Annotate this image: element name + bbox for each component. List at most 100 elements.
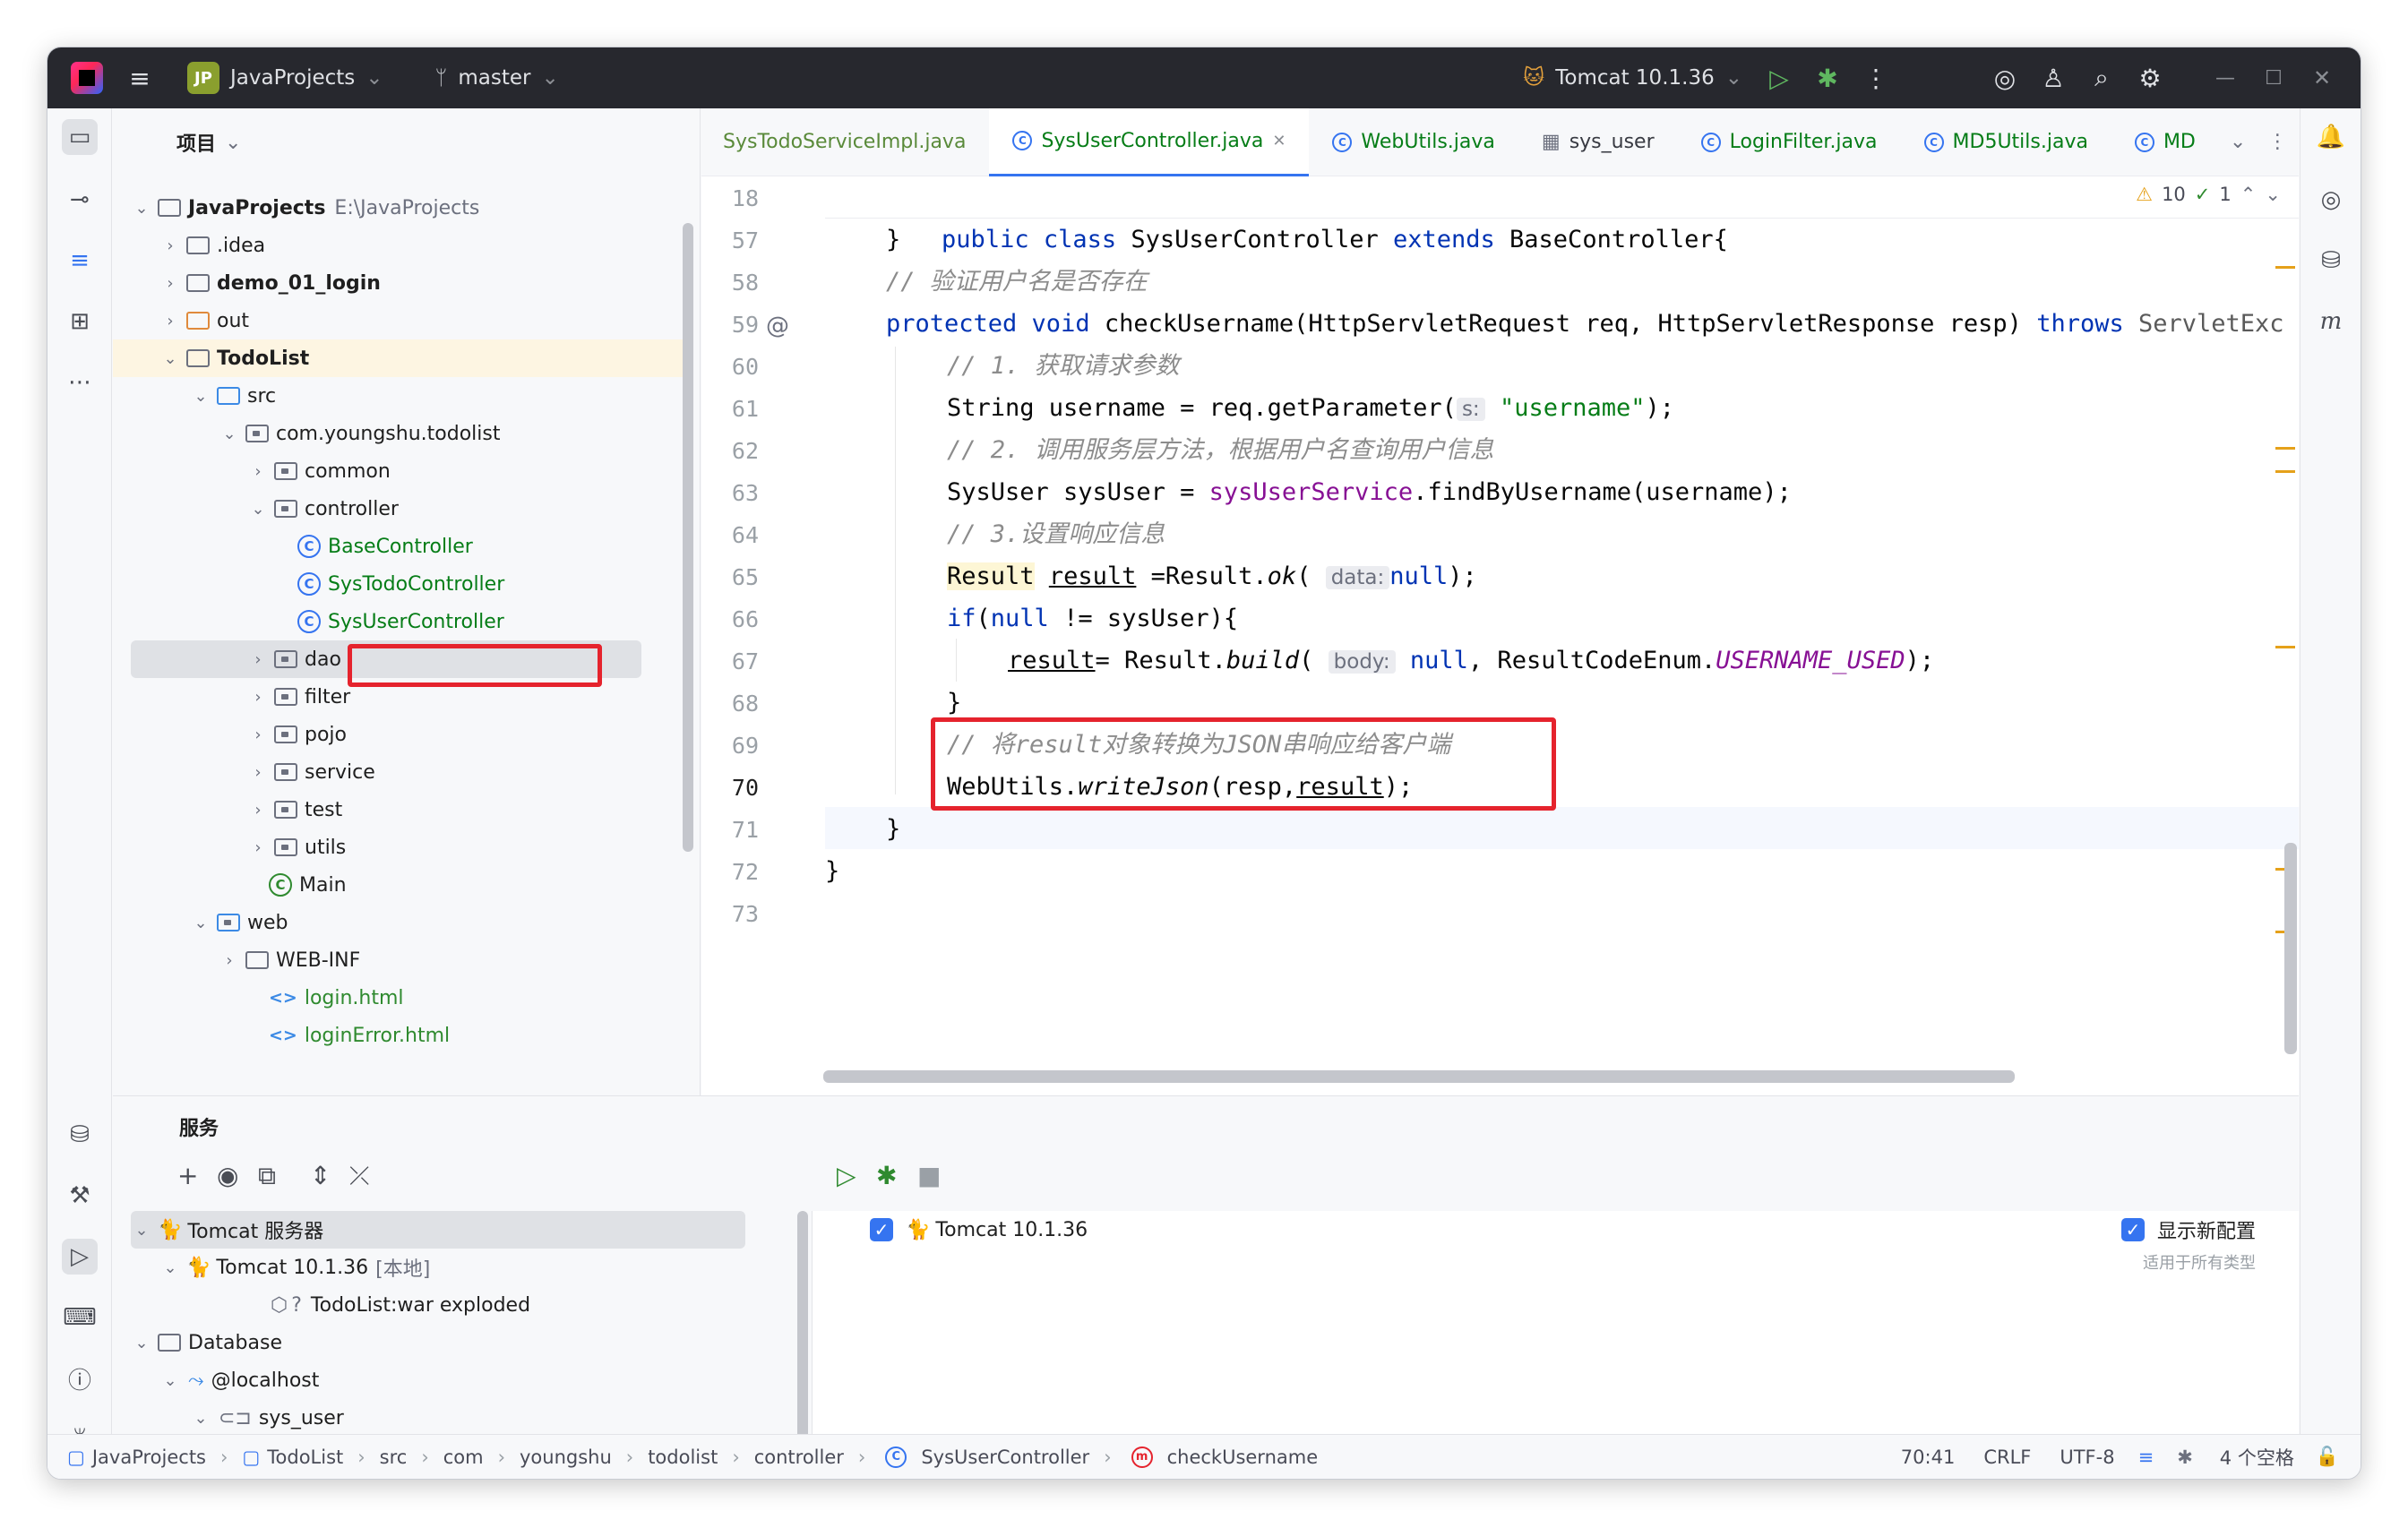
tree-item-sysusercontroller[interactable]: C SysUserController bbox=[292, 603, 504, 640]
run-config-selector[interactable]: 🐱 Tomcat 10.1.36 ⌄ bbox=[1510, 57, 1755, 99]
tree-item-login-html[interactable]: <> login.html bbox=[263, 979, 404, 1017]
tab-close-icon[interactable]: ✕ bbox=[1272, 132, 1286, 150]
breadcrumb-item[interactable]: youngshu bbox=[520, 1446, 612, 1468]
override-marker-icon[interactable]: @ bbox=[766, 313, 789, 339]
tree-item-main[interactable]: C Main bbox=[263, 866, 347, 904]
structure-blue-icon[interactable]: ≡ bbox=[62, 243, 98, 279]
tab-loginfilter[interactable]: C LoginFilter.java bbox=[1678, 108, 1901, 176]
services-item-tomcat-server[interactable]: ⌄ 🐈 Tomcat 服务器 bbox=[131, 1211, 323, 1249]
bug-icon[interactable]: ✱ bbox=[2177, 1446, 2193, 1468]
tab-sys-user[interactable]: ▦ sys_user bbox=[1518, 108, 1678, 176]
tree-item-todolist[interactable]: ⌄ TodoList bbox=[159, 339, 309, 377]
services-detail-tomcat[interactable]: ✓ 🐈 Tomcat 10.1.36 bbox=[870, 1211, 1088, 1249]
tree-item-utils[interactable]: › utils bbox=[247, 828, 346, 866]
tree-item-controller[interactable]: ⌄ controller bbox=[247, 490, 399, 528]
stop-service-icon[interactable]: ■ bbox=[917, 1161, 941, 1190]
database-icon[interactable]: ⛁ bbox=[62, 1117, 98, 1153]
checkbox-checked-icon[interactable]: ✓ bbox=[2120, 1218, 2145, 1241]
tree-item-out[interactable]: › out bbox=[159, 302, 249, 339]
services-item-database[interactable]: ⌄ Database bbox=[131, 1324, 282, 1361]
lock-icon[interactable]: 🔓 bbox=[2316, 1446, 2339, 1468]
terminal-icon[interactable]: ⌨ bbox=[62, 1300, 98, 1335]
expand-all-icon[interactable]: ⇕ bbox=[310, 1161, 331, 1190]
database-icon[interactable]: ⛁ bbox=[2313, 243, 2349, 279]
tree-item-src[interactable]: ⌄ src bbox=[190, 377, 276, 415]
add-user-icon[interactable]: ♙ bbox=[2029, 57, 2077, 99]
indent-setting[interactable]: 4 个空格 bbox=[2220, 1444, 2294, 1471]
search-icon[interactable]: ⌕ bbox=[2077, 57, 2126, 99]
tab-md5utils[interactable]: C MD5Utils.java bbox=[1901, 108, 2111, 176]
tree-item-pojo[interactable]: › pojo bbox=[247, 716, 347, 753]
services-item-artifact[interactable]: ⬡ ? TodoList:war exploded bbox=[271, 1286, 530, 1324]
ai-chat-icon[interactable]: ◎ bbox=[2313, 182, 2349, 218]
chevron-down-icon[interactable]: ⌄ bbox=[225, 132, 241, 154]
tabs-more-icon[interactable]: ⋮ bbox=[2257, 108, 2305, 176]
tree-item-package[interactable]: ⌄ com.youngshu.todolist bbox=[219, 415, 500, 452]
breadcrumb-item[interactable]: src bbox=[380, 1446, 408, 1468]
build-hammer-icon[interactable]: ⚒ bbox=[62, 1178, 98, 1214]
maven-icon[interactable]: m bbox=[2313, 304, 2349, 339]
tab-sysusercontroller[interactable]: C SysUserController.java ✕ bbox=[989, 107, 1310, 176]
file-encoding[interactable]: UTF-8 bbox=[2060, 1446, 2114, 1468]
project-switcher[interactable]: JP JavaProjects ⌄ bbox=[175, 57, 396, 99]
tab-webutils[interactable]: C WebUtils.java bbox=[1309, 108, 1518, 176]
breadcrumb-item[interactable]: com bbox=[443, 1446, 484, 1468]
checkbox-checked-icon[interactable]: ✓ bbox=[870, 1218, 893, 1241]
tab-systodoserviceimpl[interactable]: SysTodoServiceImpl.java bbox=[701, 108, 989, 176]
services-scrollbar[interactable] bbox=[797, 1211, 808, 1444]
services-item-sys-user-session[interactable]: ⌄ ⊂⊐ sys_user bbox=[190, 1399, 343, 1437]
chevron-down-icon[interactable]: ⌄ bbox=[2265, 184, 2281, 205]
view-options-icon[interactable]: ◉ bbox=[217, 1161, 238, 1190]
more-tools-icon[interactable]: ⋯ bbox=[62, 365, 98, 400]
inspection-widget[interactable]: ⚠ 10 ✓ 1 ⌃ ⌄ bbox=[2136, 184, 2281, 205]
code-editor[interactable]: SysTodoServiceImpl.java C SysUserControl… bbox=[701, 107, 2299, 1095]
tree-item-loginerror-html[interactable]: <> loginError.html bbox=[263, 1017, 450, 1054]
minimize-icon[interactable]: — bbox=[2201, 57, 2249, 99]
tree-item-javaprojects[interactable]: ⌄ JavaProjects E:\JavaProjects bbox=[131, 189, 479, 227]
tree-item-web[interactable]: ⌄ web bbox=[190, 904, 288, 941]
notifications-bell-icon[interactable]: 🔔 bbox=[2313, 119, 2349, 155]
debug-icon[interactable]: ✱ bbox=[1803, 57, 1852, 99]
run-service-icon[interactable]: ▷ bbox=[837, 1161, 856, 1190]
breadcrumb-item[interactable]: controller bbox=[754, 1446, 844, 1468]
more-actions-icon[interactable]: ⋮ bbox=[1852, 57, 1900, 99]
commit-icon[interactable]: ⊸ bbox=[62, 182, 98, 218]
maximize-icon[interactable]: ☐ bbox=[2249, 57, 2298, 99]
breadcrumb-item[interactable]: checkUsername bbox=[1167, 1446, 1319, 1468]
breadcrumb-item[interactable]: TodoList bbox=[267, 1446, 343, 1468]
tree-item-service[interactable]: › service bbox=[247, 753, 374, 791]
chevron-up-icon[interactable]: ⌃ bbox=[2240, 184, 2257, 205]
tabs-dropdown-icon[interactable]: ⌄ bbox=[2219, 108, 2257, 176]
branch-switcher[interactable]: ᛘ master ⌄ bbox=[423, 57, 572, 99]
project-scrollbar[interactable] bbox=[683, 223, 693, 852]
close-icon[interactable]: ✕ bbox=[2298, 57, 2346, 99]
code-area[interactable]: public class SysUserController extends B… bbox=[825, 176, 2299, 1042]
structure-icon[interactable]: ⊞ bbox=[62, 304, 98, 339]
line-separator[interactable]: CRLF bbox=[1983, 1446, 2031, 1468]
caret-position[interactable]: 70:41 bbox=[1901, 1446, 1956, 1468]
services-icon[interactable]: ▷ bbox=[62, 1239, 98, 1275]
breadcrumb-item[interactable]: SysUserController bbox=[921, 1446, 1089, 1468]
debug-service-icon[interactable]: ✱ bbox=[876, 1161, 897, 1190]
tree-item-demo-01-login[interactable]: › demo_01_login bbox=[159, 264, 381, 302]
editor-horizontal-scrollbar[interactable] bbox=[823, 1070, 2015, 1083]
structure-blue-icon[interactable]: ≡ bbox=[2138, 1446, 2154, 1468]
run-icon[interactable]: ▷ bbox=[1755, 57, 1803, 99]
problems-icon[interactable]: ⓘ bbox=[62, 1361, 98, 1396]
new-tab-icon[interactable]: ⧉ bbox=[258, 1161, 276, 1191]
collapse-all-icon[interactable]: ⤫ bbox=[349, 1161, 369, 1191]
tree-item-test[interactable]: › test bbox=[247, 791, 342, 828]
tree-item-filter[interactable]: › filter bbox=[247, 678, 350, 716]
ai-assistant-icon[interactable]: ◎ bbox=[1981, 57, 2029, 99]
tree-item-common[interactable]: › common bbox=[247, 452, 390, 490]
tree-item-basecontroller[interactable]: C BaseController bbox=[292, 528, 473, 565]
services-item-tomcat-local[interactable]: ⌄ 🐈 Tomcat 10.1.36 [本地] bbox=[159, 1249, 430, 1286]
tree-item-dao[interactable]: › dao bbox=[247, 640, 341, 678]
main-menu-icon[interactable]: ≡ bbox=[116, 57, 164, 99]
editor-vertical-scrollbar[interactable] bbox=[2284, 843, 2297, 1054]
tree-item-web-inf[interactable]: › WEB-INF bbox=[219, 941, 360, 979]
add-service-icon[interactable]: + bbox=[177, 1161, 198, 1190]
show-new-config-option[interactable]: ✓ 显示新配置 bbox=[2120, 1211, 2256, 1249]
services-item-localhost[interactable]: ⌄ ⤳ @localhost bbox=[159, 1361, 319, 1399]
breadcrumb-item[interactable]: JavaProjects bbox=[92, 1446, 206, 1468]
